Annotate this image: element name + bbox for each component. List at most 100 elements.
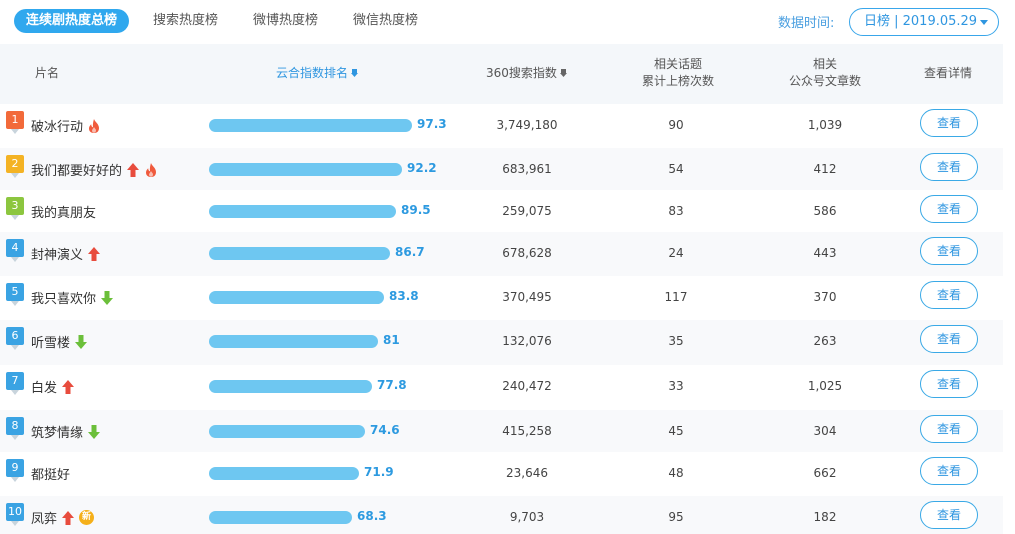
sort-down-icon (351, 69, 359, 77)
view-detail-button[interactable]: 查看 (920, 109, 978, 137)
articles-count-cell: 370 (813, 290, 837, 304)
show-title-cell: 我只喜欢你 (31, 288, 114, 307)
topics-count-cell: 83 (668, 204, 684, 218)
topics-count-cell: 54 (668, 162, 684, 176)
topics-count-cell: 45 (668, 424, 684, 438)
view-detail-button[interactable]: 查看 (920, 415, 978, 443)
show-title[interactable]: 凤弈 (31, 508, 57, 527)
table-row: 4 封神演义 86.7 678,628 24 443 查看 (0, 232, 1003, 276)
index-bar (209, 205, 396, 218)
tab-search-heat[interactable]: 搜索热度榜 (153, 9, 218, 33)
header-search-index[interactable]: 360搜索指数 (486, 65, 567, 82)
search-index-cell: 240,472 (502, 379, 552, 393)
top-bar: 连续剧热度总榜 搜索热度榜 微博热度榜 微信热度榜 数据时间: 日榜 | 201… (0, 0, 1015, 44)
arrow-up-icon (61, 510, 75, 526)
index-value: 81 (383, 333, 400, 347)
show-title-cell: 筑梦情缘 (31, 422, 101, 441)
show-title-cell: 我们都要好好的 (31, 160, 158, 179)
show-title[interactable]: 我的真朋友 (31, 202, 96, 221)
rank-badge: 5 (6, 283, 24, 306)
arrow-down-icon (100, 290, 114, 306)
header-topics-line1: 相关话题 (653, 57, 702, 71)
search-index-cell: 259,075 (502, 204, 552, 218)
show-title[interactable]: 白发 (31, 377, 57, 396)
index-bar (209, 425, 365, 438)
header-title: 片名 (35, 66, 60, 80)
sort-down-icon (559, 69, 567, 77)
index-value: 68.3 (357, 509, 387, 523)
view-detail-button[interactable]: 查看 (920, 281, 978, 309)
articles-count-cell: 304 (813, 424, 837, 438)
search-index-cell: 415,258 (502, 424, 552, 438)
header-cloud-index[interactable]: 云合指数排名 (276, 65, 359, 82)
table-row: 7 白发 77.8 240,472 33 1,025 查看 (0, 365, 1003, 410)
view-detail-button[interactable]: 查看 (920, 195, 978, 223)
view-detail-button[interactable]: 查看 (920, 153, 978, 181)
header-articles-line1: 相关 (812, 57, 837, 71)
rank-badge: 4 (6, 239, 24, 262)
show-title[interactable]: 筑梦情缘 (31, 422, 83, 441)
header-articles-line2: 公众号文章数 (788, 74, 861, 88)
articles-count-cell: 662 (813, 466, 837, 480)
articles-count-cell: 443 (813, 246, 837, 260)
show-title-cell: 我的真朋友 (31, 202, 96, 221)
arrow-down-icon (87, 424, 101, 440)
search-index-cell: 9,703 (509, 510, 545, 524)
table-row: 5 我只喜欢你 83.8 370,495 117 370 查看 (0, 276, 1003, 320)
view-detail-button[interactable]: 查看 (920, 370, 978, 398)
topics-count-cell: 48 (668, 466, 684, 480)
show-title[interactable]: 听雪楼 (31, 332, 70, 351)
tab-wechat-heat[interactable]: 微信热度榜 (353, 9, 418, 33)
date-dropdown[interactable]: 日榜 | 2019.05.29 (849, 8, 999, 36)
topics-count-cell: 24 (668, 246, 684, 260)
view-detail-button[interactable]: 查看 (920, 325, 978, 353)
header-cloud-index-label: 云合指数排名 (276, 66, 349, 80)
show-title-cell: 破冰行动 (31, 116, 101, 135)
rank-badge: 9 (6, 459, 24, 482)
tab-weibo-heat[interactable]: 微博热度榜 (253, 9, 318, 33)
tab-tv-total-heat[interactable]: 连续剧热度总榜 (14, 9, 130, 33)
articles-count-cell: 1,025 (807, 379, 843, 393)
search-index-cell: 370,495 (502, 290, 552, 304)
articles-count-cell: 412 (813, 162, 837, 176)
rank-badge: 2 (6, 155, 24, 178)
index-value: 71.9 (364, 465, 394, 479)
show-title[interactable]: 都挺好 (31, 464, 70, 483)
arrow-up-icon (61, 379, 75, 395)
view-detail-button[interactable]: 查看 (920, 457, 978, 485)
search-index-cell: 683,961 (502, 162, 552, 176)
new-badge-icon: 新 (79, 510, 95, 525)
show-title[interactable]: 破冰行动 (31, 116, 83, 135)
show-title-cell: 凤弈 新 (31, 508, 95, 527)
fire-icon (144, 162, 158, 178)
index-bar (209, 119, 412, 132)
arrow-up-icon (87, 246, 101, 262)
search-index-cell: 678,628 (502, 246, 552, 260)
view-detail-button[interactable]: 查看 (920, 501, 978, 529)
date-label: 数据时间: (778, 16, 835, 31)
search-index-cell: 3,749,180 (496, 118, 558, 132)
rank-badge: 3 (6, 197, 24, 220)
header-search-index-label: 360搜索指数 (486, 66, 557, 80)
table-row: 10 凤弈 新 68.3 9,703 95 182 查看 (0, 496, 1003, 534)
chevron-down-icon (980, 20, 988, 25)
index-bar (209, 163, 402, 176)
index-value: 83.8 (389, 289, 419, 303)
view-detail-button[interactable]: 查看 (920, 237, 978, 265)
articles-count-cell: 182 (813, 510, 837, 524)
show-title[interactable]: 我们都要好好的 (31, 160, 122, 179)
table-row: 3 我的真朋友 89.5 259,075 83 586 查看 (0, 190, 1003, 232)
index-bar (209, 247, 390, 260)
date-value: 日榜 | 2019.05.29 (864, 14, 978, 29)
arrow-up-icon (126, 162, 140, 178)
show-title[interactable]: 我只喜欢你 (31, 288, 96, 307)
index-bar (209, 511, 352, 524)
show-title-cell: 都挺好 (31, 464, 70, 483)
index-value: 97.3 (417, 117, 447, 131)
index-bar (209, 335, 378, 348)
topics-count-cell: 90 (668, 118, 684, 132)
topics-count-cell: 117 (664, 290, 688, 304)
show-title[interactable]: 封神演义 (31, 244, 83, 263)
index-value: 92.2 (407, 161, 437, 175)
table-row: 8 筑梦情缘 74.6 415,258 45 304 查看 (0, 410, 1003, 452)
